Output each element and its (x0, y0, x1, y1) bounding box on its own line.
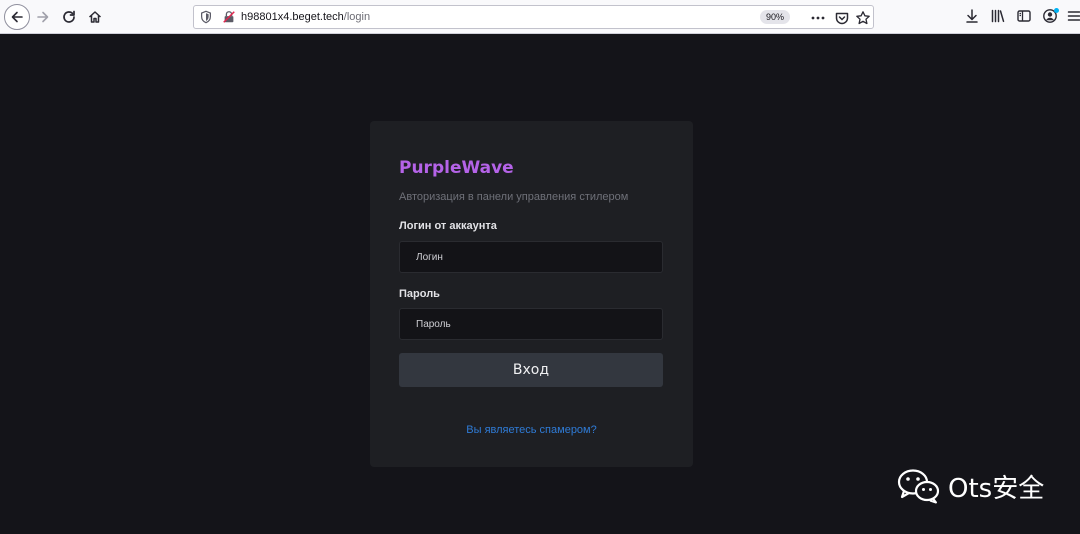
sidebar-icon[interactable] (1016, 8, 1032, 24)
watermark-text: Ots安全 (948, 473, 1045, 504)
hamburger-menu-icon[interactable] (1066, 8, 1080, 24)
spammer-link[interactable]: Вы являетесь спамером? (370, 424, 693, 436)
back-button[interactable] (4, 4, 30, 30)
browser-toolbar: h98801x4.beget.tech/login 90% (0, 0, 1080, 34)
address-bar[interactable]: h98801x4.beget.tech/login 90% (193, 5, 874, 29)
url-text[interactable]: h98801x4.beget.tech/login (241, 10, 370, 24)
password-input[interactable] (399, 308, 663, 340)
home-icon (88, 11, 102, 23)
notification-dot (1054, 8, 1059, 13)
pocket-icon[interactable] (834, 10, 850, 26)
insecure-lock-icon[interactable] (222, 10, 236, 24)
tracking-shield-icon[interactable] (199, 10, 213, 24)
download-icon[interactable] (964, 8, 980, 24)
login-submit-button[interactable]: Вход (399, 353, 663, 387)
login-card: PurpleWave Авторизация в панели управлен… (370, 121, 693, 467)
password-label: Пароль (399, 288, 440, 300)
more-actions-icon[interactable] (810, 10, 826, 26)
watermark: Ots安全 (896, 468, 1044, 504)
back-arrow-icon (11, 11, 23, 23)
reload-icon (63, 10, 75, 23)
library-icon[interactable] (990, 8, 1006, 24)
url-host: h98801x4.beget.tech (241, 11, 344, 23)
wechat-icon (897, 469, 940, 504)
forward-arrow-icon (37, 11, 49, 23)
url-path: /login (343, 11, 371, 23)
forward-button[interactable] (31, 5, 55, 29)
login-label: Логин от аккаунта (399, 220, 497, 232)
reload-button[interactable] (57, 5, 81, 29)
brand-title: PurpleWave (399, 158, 514, 178)
zoom-indicator[interactable]: 90% (760, 10, 791, 24)
home-button[interactable] (83, 5, 107, 29)
login-subtitle: Авторизация в панели управления стилером (399, 191, 629, 203)
bookmark-star-icon[interactable] (855, 10, 871, 26)
login-input[interactable] (399, 241, 663, 273)
